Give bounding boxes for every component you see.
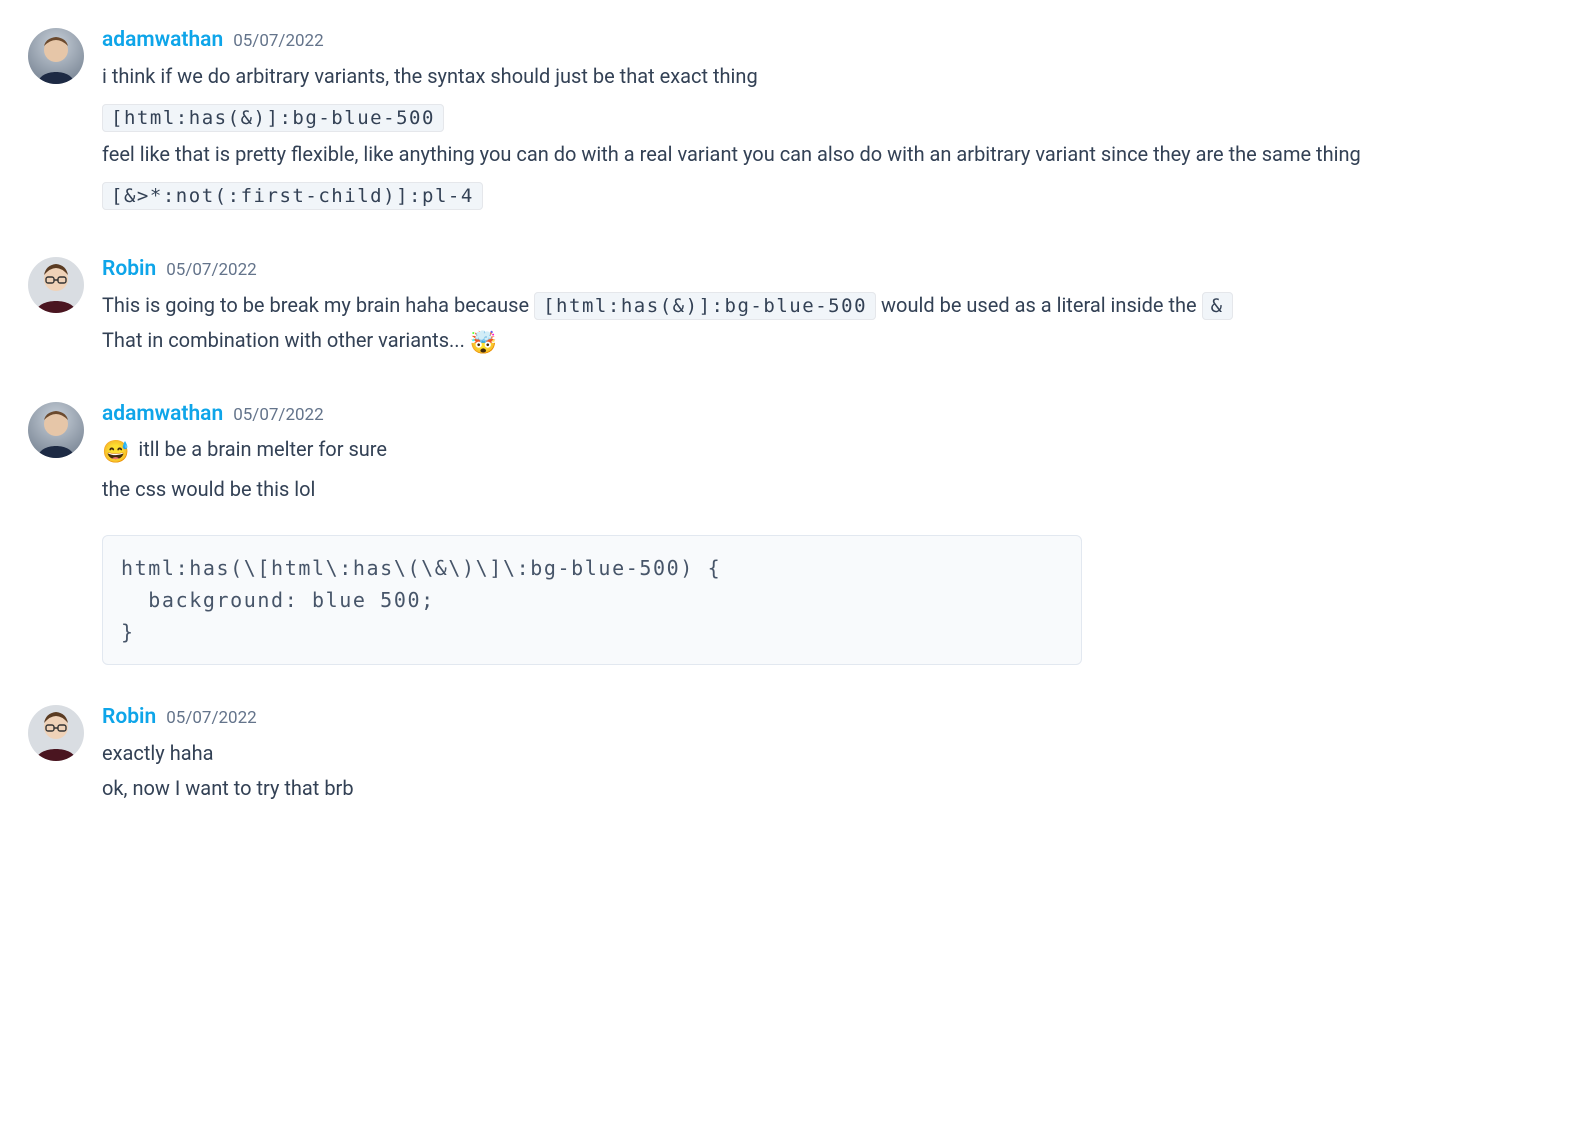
inline-code: & xyxy=(1202,292,1233,320)
message-header: Robin 05/07/2022 xyxy=(102,701,1562,734)
code-line: [html:has(&)]:bg-blue-500 xyxy=(102,102,1562,133)
message-header: Robin 05/07/2022 xyxy=(102,253,1562,286)
username[interactable]: Robin xyxy=(102,701,156,734)
avatar[interactable] xyxy=(28,402,84,458)
message-text: ok, now I want to try that brb xyxy=(102,773,1562,804)
message: adamwathan 05/07/2022 😅 itll be a brain me… xyxy=(28,398,1562,666)
message-text: i think if we do arbitrary variants, the… xyxy=(102,61,1562,92)
text-fragment: That in combination with other variants.… xyxy=(102,328,470,352)
text-fragment: This is going to be break my brain haha … xyxy=(102,293,534,317)
timestamp: 05/07/2022 xyxy=(233,402,323,428)
message-content: adamwathan 05/07/2022 i think if we do arb… xyxy=(102,24,1562,217)
code-line: [&>*:not(:first-child)]:pl-4 xyxy=(102,180,1562,211)
timestamp: 05/07/2022 xyxy=(166,705,256,731)
avatar[interactable] xyxy=(28,705,84,761)
message-text: exactly haha xyxy=(102,738,1562,769)
inline-code: [html:has(&)]:bg-blue-500 xyxy=(102,104,444,132)
message-text: feel like that is pretty flexible, like … xyxy=(102,139,1562,170)
avatar[interactable] xyxy=(28,28,84,84)
message: Robin 05/07/2022 This is going to be break… xyxy=(28,253,1562,361)
message-text: This is going to be break my brain haha … xyxy=(102,290,1562,321)
inline-code: [&>*:not(:first-child)]:pl-4 xyxy=(102,182,483,210)
text-fragment: itll be a brain melter for sure xyxy=(133,437,387,461)
message-text: 😅 itll be a brain melter for sure xyxy=(102,434,1562,470)
inline-code: [html:has(&)]:bg-blue-500 xyxy=(534,292,876,320)
message-content: Robin 05/07/2022 exactly haha ok, now I wan… xyxy=(102,701,1562,804)
message-list: adamwathan 05/07/2022 i think if we do arb… xyxy=(28,24,1562,804)
code-block: html:has(\[html\:has\(\&\)\]\:bg-blue-50… xyxy=(102,535,1082,665)
message-header: adamwathan 05/07/2022 xyxy=(102,24,1562,57)
username[interactable]: adamwathan xyxy=(102,398,223,431)
timestamp: 05/07/2022 xyxy=(233,28,323,54)
message-content: adamwathan 05/07/2022 😅 itll be a brain me… xyxy=(102,398,1562,666)
message-content: Robin 05/07/2022 This is going to be break… xyxy=(102,253,1562,361)
username[interactable]: adamwathan xyxy=(102,24,223,57)
message: Robin 05/07/2022 exactly haha ok, now I wan… xyxy=(28,701,1562,804)
emoji-icon: 😅 xyxy=(102,436,129,470)
message-text: That in combination with other variants.… xyxy=(102,325,1562,361)
username[interactable]: Robin xyxy=(102,253,156,286)
message-text: the css would be this lol xyxy=(102,474,1562,505)
text-fragment: would be used as a literal inside the xyxy=(876,293,1202,317)
avatar[interactable] xyxy=(28,257,84,313)
message: adamwathan 05/07/2022 i think if we do arb… xyxy=(28,24,1562,217)
emoji-icon: 🤯 xyxy=(470,327,497,361)
timestamp: 05/07/2022 xyxy=(166,257,256,283)
message-header: adamwathan 05/07/2022 xyxy=(102,398,1562,431)
